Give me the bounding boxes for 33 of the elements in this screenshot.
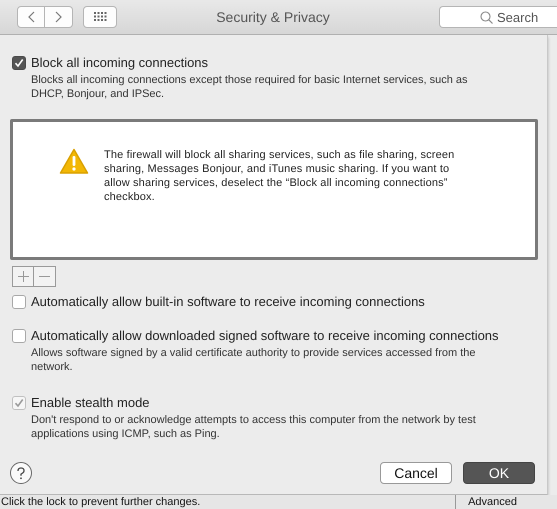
advanced-button[interactable]: Advanced (455, 495, 529, 509)
chevron-right-icon (54, 11, 62, 23)
show-all-button[interactable] (83, 6, 117, 28)
question-mark-icon (16, 466, 26, 480)
search-field[interactable]: Search (439, 6, 557, 28)
search-icon (480, 10, 493, 24)
remove-button[interactable] (34, 266, 56, 287)
add-button[interactable] (12, 266, 34, 287)
dialog-button[interactable]: Cancel (380, 462, 452, 484)
checkmark-icon (14, 398, 24, 408)
window-title: Security & Privacy (215, 9, 331, 25)
warning-message: The firewall will block all sharing services, such as file sharing, screen sharing, Messages Bonjour, and iTunes music sharing. If you want to allow sharing services, deselect the “Block all incoming connections” checkbox. (104, 148, 456, 204)
option-description: Don't respond to or acknowledge attempts to access this computer from the network by test applications using ICMP, such as Ping. (31, 413, 477, 441)
back-button[interactable] (17, 6, 45, 28)
lock-hint: Click the lock to prevent further changes. (0, 496, 202, 508)
checkbox-label: Block all incoming connections (31, 55, 208, 70)
dialog-button[interactable]: OK (463, 462, 535, 484)
checkmark-icon (14, 58, 24, 68)
forward-button[interactable] (45, 6, 73, 28)
warning-icon (59, 148, 89, 175)
checkbox[interactable] (12, 56, 26, 70)
checkbox-label: Automatically allow built-in software to receive incoming connections (31, 294, 425, 309)
help-button[interactable] (10, 462, 32, 484)
checkbox[interactable] (12, 328, 26, 342)
chevron-left-icon (27, 11, 35, 23)
search-input[interactable]: Search (497, 10, 557, 24)
checkbox-label: Automatically allow downloaded signed software to receive incoming connections (31, 328, 499, 343)
checkbox-label: Enable stealth mode (31, 395, 150, 410)
checkbox[interactable] (12, 294, 26, 308)
grid-icon (94, 12, 106, 22)
plus-icon (18, 271, 28, 282)
option-description: Allows software signed by a valid certificate authority to provide services accessed from the network. (31, 346, 476, 374)
option-description: Blocks all incoming connections except those required for basic Internet services, such as DHCP, Bonjour, and IPSec. (31, 73, 469, 101)
